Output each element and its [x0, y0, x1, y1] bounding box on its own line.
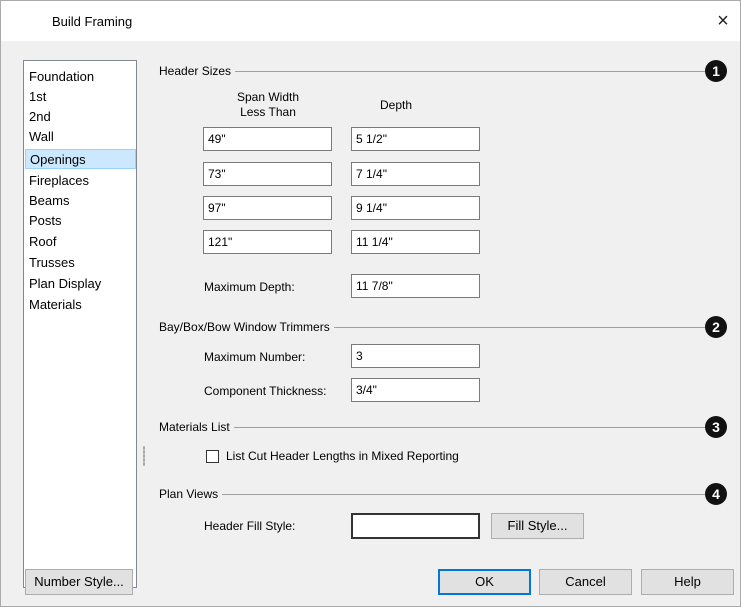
callout-3-badge: 3: [705, 416, 727, 438]
section-divider: [159, 71, 705, 72]
span-width-header-line2: Less Than: [240, 105, 296, 119]
nav-item-2nd[interactable]: 2nd: [25, 107, 136, 127]
span-width-field-3[interactable]: 97": [203, 196, 332, 220]
title-bar: Build Framing ×: [1, 1, 740, 41]
materials-list-label: Materials List: [159, 420, 234, 434]
depth-field-1[interactable]: 5 1/2": [351, 127, 480, 151]
plan-views-label: Plan Views: [159, 487, 223, 501]
nav-item-plan-display[interactable]: Plan Display: [25, 274, 136, 294]
span-width-field-1[interactable]: 49": [203, 127, 332, 151]
build-framing-dialog: Build Framing × Foundation 1st 2nd Wall …: [0, 0, 741, 607]
trimmers-label: Bay/Box/Bow Window Trimmers: [159, 320, 334, 334]
maximum-depth-label: Maximum Depth:: [204, 280, 295, 294]
span-width-field-4[interactable]: 121": [203, 230, 332, 254]
nav-item-materials[interactable]: Materials: [25, 295, 136, 315]
cut-header-lengths-label[interactable]: List Cut Header Lengths in Mixed Reporti…: [226, 449, 459, 463]
number-style-button[interactable]: Number Style...: [25, 569, 133, 595]
depth-field-3[interactable]: 9 1/4": [351, 196, 480, 220]
ok-button[interactable]: OK: [438, 569, 531, 595]
section-divider: [159, 494, 705, 495]
nav-item-1st[interactable]: 1st: [25, 87, 136, 107]
fill-style-button[interactable]: Fill Style...: [491, 513, 584, 539]
nav-item-trusses[interactable]: Trusses: [25, 253, 136, 273]
span-width-field-2[interactable]: 73": [203, 162, 332, 186]
callout-4-badge: 4: [705, 483, 727, 505]
nav-item-fireplaces[interactable]: Fireplaces: [25, 171, 136, 191]
help-button[interactable]: Help: [641, 569, 734, 595]
nav-item-roof[interactable]: Roof: [25, 232, 136, 252]
header-fill-style-label: Header Fill Style:: [204, 519, 296, 533]
nav-item-openings[interactable]: Openings: [25, 149, 136, 169]
cut-header-lengths-checkbox[interactable]: [206, 450, 219, 463]
nav-item-posts[interactable]: Posts: [25, 211, 136, 231]
splitter-grip[interactable]: [143, 446, 145, 466]
span-width-header: Span Width Less Than: [228, 90, 308, 120]
header-sizes-label: Header Sizes: [159, 64, 236, 78]
span-width-header-line1: Span Width: [236, 90, 300, 104]
maximum-depth-field[interactable]: 11 7/8": [351, 274, 480, 298]
category-list[interactable]: Foundation 1st 2nd Wall Openings Firepla…: [23, 60, 137, 588]
depth-field-4[interactable]: 11 1/4": [351, 230, 480, 254]
component-thickness-label: Component Thickness:: [204, 384, 327, 398]
maximum-number-field[interactable]: 3: [351, 344, 480, 368]
maximum-number-label: Maximum Number:: [204, 350, 306, 364]
section-divider: [159, 427, 705, 428]
callout-2-badge: 2: [705, 316, 727, 338]
callout-1-badge: 1: [705, 60, 727, 82]
header-fill-swatch[interactable]: [351, 513, 480, 539]
depth-field-2[interactable]: 7 1/4": [351, 162, 480, 186]
close-icon[interactable]: ×: [711, 9, 735, 33]
component-thickness-field[interactable]: 3/4": [351, 378, 480, 402]
dialog-title: Build Framing: [52, 14, 133, 29]
nav-item-beams[interactable]: Beams: [25, 191, 136, 211]
depth-header: Depth: [379, 98, 413, 112]
nav-item-wall[interactable]: Wall: [25, 127, 136, 147]
cancel-button[interactable]: Cancel: [539, 569, 632, 595]
nav-item-foundation[interactable]: Foundation: [25, 67, 136, 87]
